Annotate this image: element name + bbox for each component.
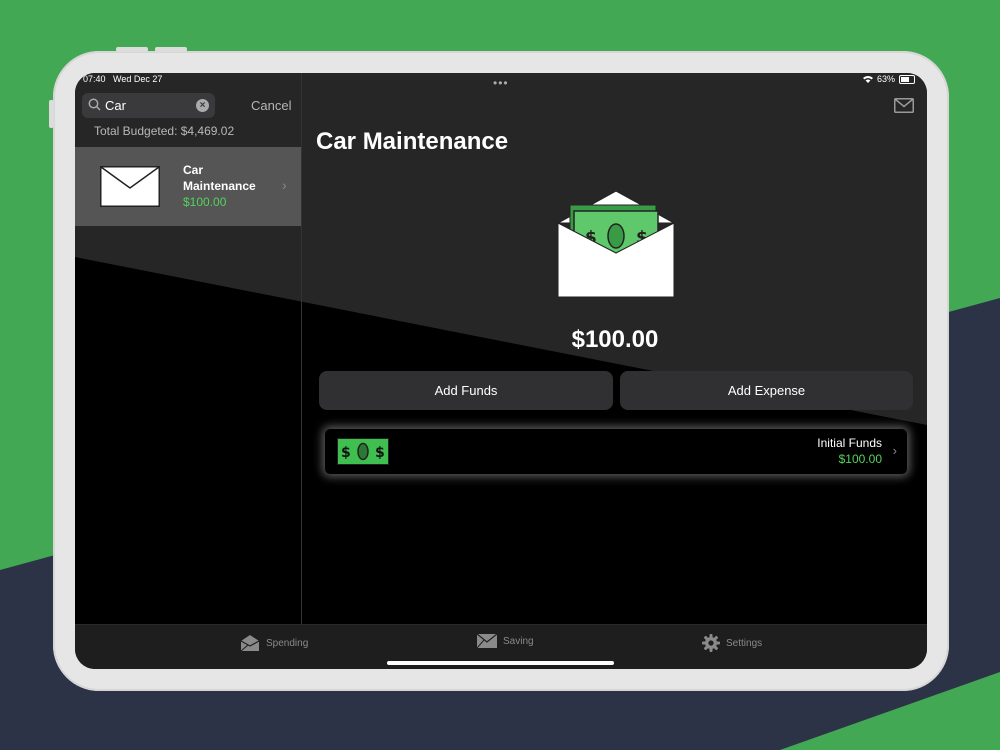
transaction-amount: $100.00 <box>838 452 882 466</box>
money-bill-icon: $ $ <box>337 438 389 465</box>
total-budgeted: Total Budgeted: $4,469.02 <box>94 124 235 138</box>
tab-saving[interactable]: Saving <box>477 634 534 648</box>
money-envelope-icon: $ $ <box>557 191 675 298</box>
tab-label: Spending <box>266 637 309 649</box>
status-bar: 07:40 Wed Dec 27 ••• 63% <box>75 73 927 90</box>
tab-label: Saving <box>503 635 534 647</box>
envelope-amount: $100.00 <box>183 195 227 209</box>
gear-icon <box>702 634 720 652</box>
chevron-right-icon: › <box>282 177 287 193</box>
tab-settings[interactable]: Settings <box>702 634 762 652</box>
tab-label: Settings <box>726 637 763 649</box>
hardware-button <box>116 47 148 52</box>
transaction-name: Initial Funds <box>817 436 882 450</box>
search-input[interactable]: Car <box>105 98 126 113</box>
search-field[interactable]: Car × <box>82 93 215 118</box>
mail-icon[interactable] <box>894 98 914 113</box>
open-envelope-icon <box>240 635 260 652</box>
envelope-list-item[interactable]: Car Maintenance $100.00 › <box>75 147 301 226</box>
transaction-row[interactable]: $ $ Initial Funds $100.00 › <box>325 429 907 474</box>
clear-search-icon[interactable]: × <box>196 99 209 112</box>
multitasking-dots[interactable]: ••• <box>493 76 509 90</box>
tab-spending[interactable]: Spending <box>240 634 308 652</box>
app-screen: 07:40 Wed Dec 27 ••• 63% Car × Cancel To… <box>75 73 927 669</box>
envelope-icon <box>100 166 160 207</box>
add-expense-button[interactable]: Add Expense <box>620 371 913 410</box>
envelope-icon <box>477 634 497 648</box>
status-time: 07:40 Wed Dec 27 <box>83 74 163 84</box>
search-icon <box>88 98 101 111</box>
cancel-button[interactable]: Cancel <box>251 98 291 113</box>
chevron-right-icon: › <box>892 443 897 458</box>
envelope-balance: $100.00 <box>571 326 659 353</box>
sidebar: Car × Cancel Total Budgeted: $4,469.02 C… <box>75 73 302 624</box>
hardware-button <box>49 100 54 128</box>
envelope-name: Car Maintenance <box>183 163 256 193</box>
status-right: 63% <box>862 74 915 84</box>
wifi-icon <box>862 76 873 83</box>
svg-text:$: $ <box>341 445 351 461</box>
add-funds-button[interactable]: Add Funds <box>319 371 613 410</box>
home-indicator[interactable] <box>387 661 614 665</box>
page-title: Car Maintenance <box>316 128 509 155</box>
battery-icon <box>899 74 915 84</box>
svg-text:$: $ <box>375 445 385 461</box>
battery-percent: 63% <box>876 74 895 84</box>
hardware-button <box>155 47 187 52</box>
